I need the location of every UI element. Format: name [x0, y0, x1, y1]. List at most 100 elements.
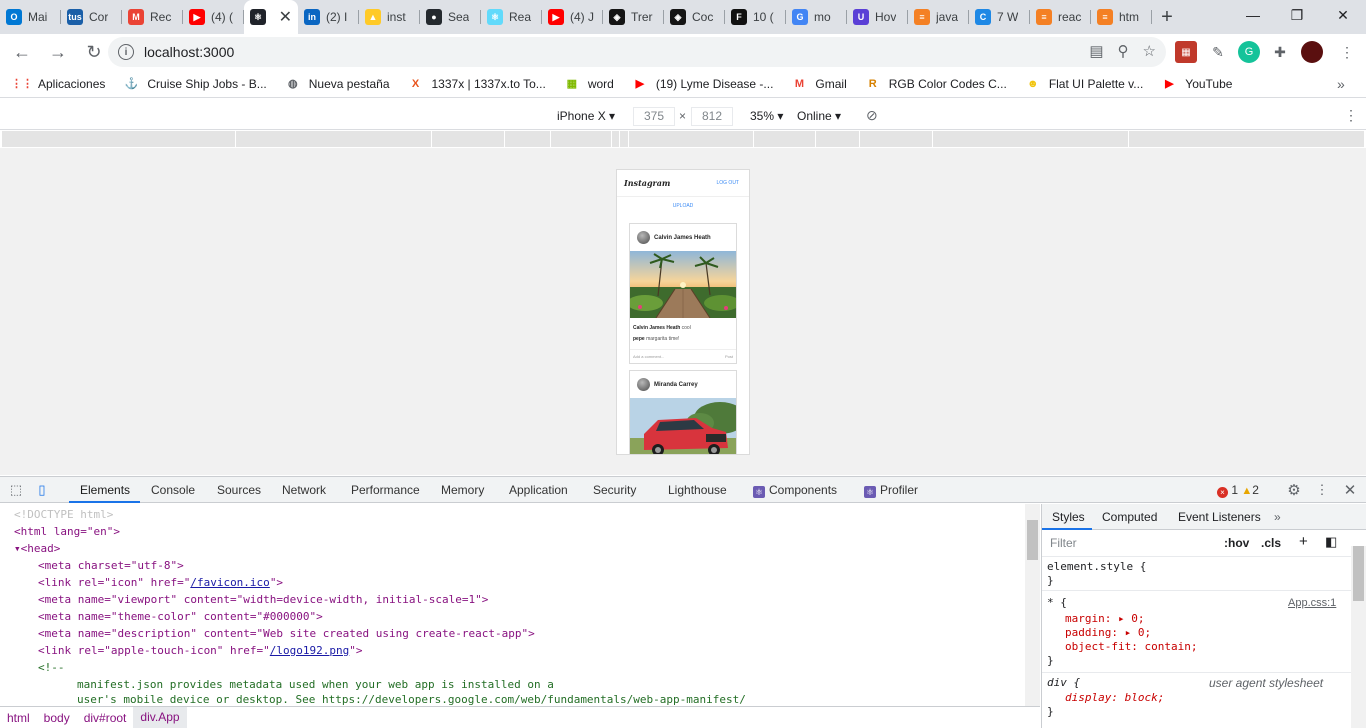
logout-button[interactable]: LOG OUT — [716, 180, 739, 186]
more-bookmarks-icon[interactable]: » — [1337, 76, 1345, 92]
hov-toggle[interactable]: :hov — [1224, 536, 1249, 550]
back-button[interactable]: ← — [6, 36, 38, 68]
tab-computed[interactable]: Computed — [1102, 510, 1157, 524]
extensions-puzzle-icon[interactable]: ✚ — [1269, 41, 1291, 63]
browser-tab[interactable]: ≡ htm — [1091, 0, 1152, 34]
html-node[interactable]: <html lang="en"> — [14, 523, 120, 540]
bookmark-item[interactable]: ☻ Flat UI Palette v... — [1025, 76, 1143, 92]
tab-network[interactable]: Network — [282, 483, 326, 497]
close-devtools-icon[interactable]: ✕ — [1341, 481, 1359, 499]
upload-button[interactable]: UPLOAD — [617, 203, 749, 209]
css-property[interactable]: margin: ▸ 0; — [1065, 612, 1144, 626]
more-tabs-icon[interactable]: » — [1274, 510, 1281, 524]
meta-theme-node[interactable]: <meta name="theme-color" content="#00000… — [38, 608, 323, 625]
bookmark-item[interactable]: ⋮⋮ Aplicaciones — [11, 76, 105, 92]
browser-tab[interactable]: U Hov — [847, 0, 908, 34]
styles-scrollbar[interactable] — [1351, 546, 1366, 728]
browser-tab[interactable]: in (2) I — [298, 0, 359, 34]
width-input[interactable]: 375 — [633, 107, 675, 126]
close-window-button[interactable]: ✕ — [1320, 0, 1366, 30]
browser-tab[interactable]: ◈ Coc — [664, 0, 725, 34]
universal-rule-selector[interactable]: * { — [1047, 596, 1067, 610]
cls-toggle[interactable]: .cls — [1261, 536, 1281, 550]
tab-console[interactable]: Console — [151, 483, 195, 497]
doctype-node[interactable]: <!DOCTYPE html> — [14, 506, 113, 523]
extension-icon[interactable]: ▦ — [1175, 41, 1197, 63]
div-rule-selector[interactable]: div { — [1047, 676, 1080, 690]
devtools-menu-icon[interactable]: ⋮ — [1313, 481, 1331, 499]
browser-tab[interactable]: ⚛ ✕ — [244, 0, 298, 34]
tab-elements[interactable]: Elements — [80, 483, 130, 497]
device-select[interactable]: iPhone X ▾ — [557, 109, 615, 123]
zoom-select[interactable]: 35% ▾ — [750, 109, 783, 123]
comment-node[interactable]: <!-- — [38, 659, 65, 676]
styles-filter-input[interactable]: Filter — [1046, 534, 1214, 553]
browser-tab[interactable]: M Rec — [122, 0, 183, 34]
issues-counter[interactable]: × 1 ▲2 — [1217, 483, 1259, 498]
tab-sources[interactable]: Sources — [217, 483, 261, 497]
browser-tab[interactable]: ▶ (4) ( — [183, 0, 244, 34]
browser-tab[interactable]: ▲ inst — [359, 0, 420, 34]
settings-gear-icon[interactable]: ⚙ — [1285, 481, 1303, 499]
tab-event-listeners[interactable]: Event Listeners — [1178, 510, 1261, 524]
head-node[interactable]: ▾<head> — [14, 540, 60, 557]
browser-tab[interactable]: C 7 W — [969, 0, 1030, 34]
tab-components[interactable]: ⚛ Components — [753, 483, 837, 498]
browser-tab[interactable]: ≡ java — [908, 0, 969, 34]
new-tab-button[interactable]: + — [1152, 0, 1182, 34]
profile-avatar[interactable] — [1301, 41, 1323, 63]
bookmark-item[interactable]: ▶ (19) Lyme Disease -... — [632, 76, 774, 92]
browser-tab[interactable]: ◈ Trer — [603, 0, 664, 34]
meta-viewport-node[interactable]: <meta name="viewport" content="width=dev… — [38, 591, 488, 608]
new-rule-icon[interactable]: + — [1299, 533, 1308, 550]
tab-styles[interactable]: Styles — [1052, 510, 1085, 524]
browser-menu-icon[interactable]: ⋮ — [1336, 41, 1358, 63]
crumb-div-root[interactable]: div#root — [77, 711, 134, 725]
forward-button[interactable]: → — [42, 36, 74, 68]
bookmark-item[interactable]: ⚓ Cruise Ship Jobs - B... — [123, 76, 267, 92]
browser-tab[interactable]: tus Cor — [61, 0, 122, 34]
element-style-rule[interactable]: element.style { — [1047, 560, 1146, 574]
tab-profiler[interactable]: ⚛ Profiler — [864, 483, 918, 498]
tab-security[interactable]: Security — [593, 483, 636, 497]
css-property[interactable]: padding: ▸ 0; — [1065, 626, 1151, 640]
dropper-extension-icon[interactable]: ✎ — [1207, 41, 1229, 63]
site-info-icon[interactable]: i — [118, 44, 134, 60]
grammarly-icon[interactable]: G — [1238, 41, 1260, 63]
crumb-html[interactable]: html — [0, 711, 37, 725]
crumb-body[interactable]: body — [37, 711, 77, 725]
tab-performance[interactable]: Performance — [351, 483, 420, 497]
close-tab-icon[interactable]: ✕ — [279, 7, 292, 27]
bookmark-item[interactable]: ◍ Nueva pestaña — [285, 76, 390, 92]
browser-tab[interactable]: F 10 ( — [725, 0, 786, 34]
media-query-bar[interactable] — [2, 131, 1364, 147]
bookmark-item[interactable]: X 1337x | 1337x.to To... — [408, 76, 546, 92]
address-bar[interactable]: i localhost:3000 ▤ ⚲ ☆ — [108, 37, 1166, 67]
browser-tab[interactable]: ● Sea — [420, 0, 481, 34]
browser-tab[interactable]: Gmo — [786, 0, 847, 34]
crumb-div-app[interactable]: div.App — [133, 707, 187, 728]
bookmark-item[interactable]: R RGB Color Codes C... — [865, 76, 1007, 92]
post-comment-button[interactable]: Post — [725, 354, 733, 359]
device-toolbar-menu-icon[interactable]: ⋮ — [1344, 107, 1358, 124]
elements-scrollbar[interactable] — [1025, 504, 1040, 706]
translate-icon[interactable]: ▤ — [1089, 42, 1103, 60]
throttle-select[interactable]: Online ▾ — [797, 109, 841, 123]
maximize-button[interactable]: ❐ — [1274, 0, 1320, 30]
zoom-icon[interactable]: ⚲ — [1118, 42, 1129, 60]
meta-charset-node[interactable]: <meta charset="utf-8"> — [38, 557, 184, 574]
tab-memory[interactable]: Memory — [441, 483, 484, 497]
browser-tab[interactable]: ⚛ Rea — [481, 0, 542, 34]
device-toggle-icon[interactable]: ▯ — [33, 481, 51, 499]
bookmark-star-icon[interactable]: ☆ — [1143, 42, 1156, 60]
bookmark-item[interactable]: M Gmail — [791, 76, 847, 92]
minimize-button[interactable]: — — [1230, 0, 1276, 30]
browser-tab[interactable]: ▶ (4) J — [542, 0, 603, 34]
reload-button[interactable]: ↻ — [78, 36, 110, 68]
css-property[interactable]: object-fit: contain; — [1065, 640, 1197, 654]
bookmark-item[interactable]: ▶ YouTube — [1161, 76, 1232, 92]
tab-application[interactable]: Application — [509, 483, 568, 497]
meta-description-node[interactable]: <meta name="description" content="Web si… — [38, 625, 535, 642]
app-css-link[interactable]: App.css:1 — [1288, 597, 1336, 609]
bookmark-item[interactable]: ▦ word — [564, 76, 614, 92]
